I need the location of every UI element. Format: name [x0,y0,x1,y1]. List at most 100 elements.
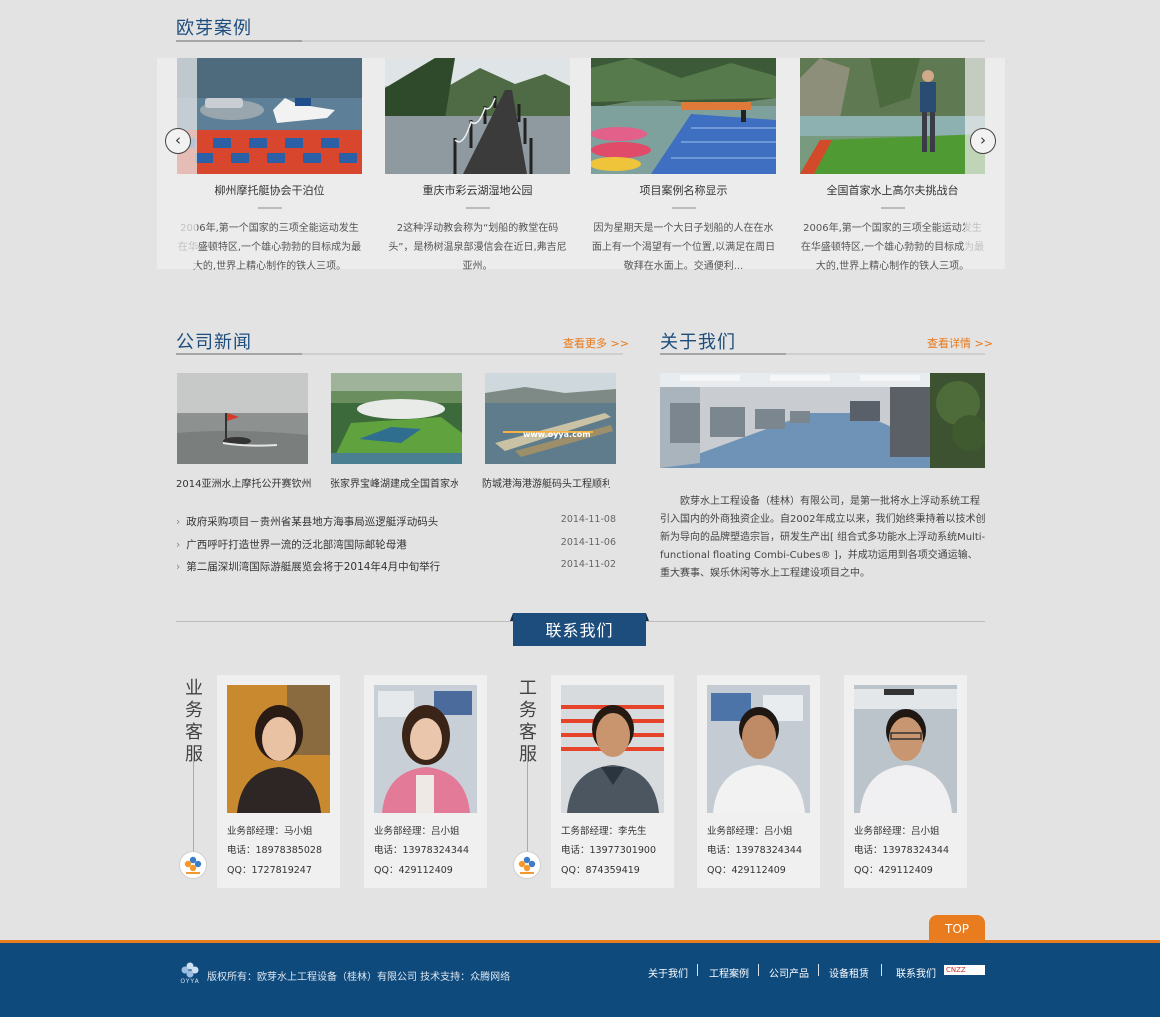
footer-nav-rental[interactable]: 设备租赁 [829,965,869,980]
contact-qq: QQ：429112409 [854,865,933,876]
footer-nav-contact[interactable]: 联系我们 [896,965,936,980]
news-photo-caption[interactable]: 张家界宝峰湖建成全国首家水 [330,475,458,490]
contact-qq: QQ：429112409 [374,865,453,876]
about-title: 关于我们 [660,332,736,353]
bullet-icon: › [176,516,181,528]
case-title[interactable]: 柳州摩托艇协会干泊位 [177,182,362,196]
footer-nav-cases[interactable]: 工程案例 [709,965,749,980]
oyya-logo-icon [513,851,541,879]
case-item[interactable]: 全国首家水上高尔夫挑战台 2006年,第一个国家的三项全能运动发生在华盛顿特区,… [800,58,985,277]
news-photo-caption[interactable]: 防城港海港游艇码头工程顺利 [482,475,610,490]
news-photo-caption[interactable]: 2014亚洲水上摩托公开赛钦州 [176,475,320,490]
engineering-service-label: 工务客服 [519,678,537,765]
avatar [707,685,810,813]
news-more-link[interactable]: 查看更多 >> [563,335,629,351]
cnzz-badge-text: CNZZ [946,966,966,974]
footer-nav-separator [881,964,882,976]
news-list-item[interactable]: › 第二届深圳湾国际游艇展览会将于2014年4月中旬举行 2014-11-02 [176,559,616,575]
case-item[interactable]: 项目案例名称显示 因为星期天是一个大日子划船的人在在水面上有一个渴望有一个位置,… [591,58,776,277]
contact-qq: QQ：1727819247 [227,865,312,876]
engineering-service-line [527,757,528,851]
case-photo-lake-boardwalk[interactable] [385,58,570,174]
case-desc: 2006年,第一个国家的三项全能运动发生在华盛顿特区,一个雄心勃勃的目标成为最大… [177,223,362,272]
contact-card: 业务部经理：吕小姐 电话：13978324344 QQ：429112409 [697,675,820,888]
contact-qq: QQ：429112409 [707,865,786,876]
avatar [561,685,664,813]
case-item[interactable]: 柳州摩托艇协会干泊位 2006年,第一个国家的三项全能运动发生在华盛顿特区,一个… [177,58,362,277]
avatar [374,685,477,813]
cases-title-underline [176,40,985,42]
contact-role: 工务部经理：李先生 [561,826,647,837]
case-photo-boat-dock[interactable] [591,58,776,174]
footer-nav-about[interactable]: 关于我们 [648,965,688,980]
business-service-line [193,757,194,851]
news-list-text[interactable]: 第二届深圳湾国际游艇展览会将于2014年4月中旬举行 [186,561,440,573]
contact-role: 业务部经理：吕小姐 [854,826,940,837]
avatar [854,685,957,813]
chevron-right-icon: › [980,131,986,149]
case-photo-floating-golf[interactable] [800,58,985,174]
footer-nav-products[interactable]: 公司产品 [769,965,809,980]
about-more-link[interactable]: 查看详情 >> [927,335,993,351]
news-photo-floating-golf[interactable] [331,373,462,464]
case-divider [465,207,490,209]
carousel-fade-right [965,58,1005,269]
carousel-prev-button[interactable]: ‹ [165,128,191,154]
case-photo-jetski-dock[interactable] [177,58,362,174]
case-desc: 因为星期天是一个大日子划船的人在在水面上有一个渴望有一个位置,以满足在周日敬拜在… [591,223,776,272]
footer-logo: OYYA [176,959,204,987]
contact-role: 业务部经理：吕小姐 [707,826,793,837]
contact-phone: 电话：13978324344 [707,845,802,856]
oyya-logo-icon [179,851,207,879]
cases-title: 欧芽案例 [176,18,252,39]
case-divider [257,207,282,209]
footer-copyright: 版权所有：欧芽水上工程设备（桂林）有限公司 技术支持：众腾网络 [207,972,511,983]
about-text: 欧芽水上工程设备（桂林）有限公司，是第一批将水上浮动系统工程引入国内的外商独资企… [660,496,986,579]
case-divider [671,207,696,209]
contact-qq: QQ：874359419 [561,865,640,876]
news-list-date: 2014-11-02 [560,559,616,570]
chevron-left-icon: ‹ [175,131,181,149]
bullet-icon: › [176,539,181,551]
case-title[interactable]: 重庆市彩云湖湿地公园 [385,182,570,196]
contact-card: 工务部经理：李先生 电话：13977301900 QQ：874359419 [551,675,674,888]
carousel-next-button[interactable]: › [970,128,996,154]
case-divider [880,207,905,209]
contact-role: 业务部经理：马小姐 [227,826,313,837]
news-list-text[interactable]: 政府采购项目－贵州省某县地方海事局巡逻艇浮动码头 [186,516,438,528]
footer: OYYA 版权所有：欧芽水上工程设备（桂林）有限公司 技术支持：众腾网络 关于我… [0,940,1160,1017]
svg-text:www.oyya.com: www.oyya.com [523,430,591,439]
case-title[interactable]: 全国首家水上高尔夫挑战台 [800,182,985,196]
contact-card: 业务部经理：马小姐 电话：18978385028 QQ：1727819247 [217,675,340,888]
news-photo-jetski-race[interactable] [177,373,308,464]
back-to-top-button[interactable]: TOP [929,915,985,941]
footer-nav-separator [697,964,698,976]
contact-title: 联系我们 [510,613,649,646]
footer-nav-separator [818,964,819,976]
footer-logo-text: OYYA [180,978,200,985]
contact-phone: 电话：13978324344 [854,845,949,856]
news-list-date: 2014-11-08 [560,514,616,525]
contact-role: 业务部经理：吕小姐 [374,826,460,837]
cnzz-stats-badge[interactable]: CNZZ [944,965,985,975]
news-list-item[interactable]: › 政府采购项目－贵州省某县地方海事局巡逻艇浮动码头 2014-11-08 [176,514,616,530]
avatar [227,685,330,813]
contact-card: 业务部经理：吕小姐 电话：13978324344 QQ：429112409 [844,675,967,888]
contact-phone: 电话：13978324344 [374,845,469,856]
footer-nav-separator [758,964,759,976]
news-title-underline [176,353,623,355]
news-title: 公司新闻 [176,332,252,353]
case-title[interactable]: 项目案例名称显示 [591,182,776,196]
news-list-text[interactable]: 广西呼吁打造世界一流的泛北部湾国际邮轮母港 [186,539,407,551]
news-list-item[interactable]: › 广西呼吁打造世界一流的泛北部湾国际邮轮母港 2014-11-06 [176,537,616,553]
about-office-photo [660,373,985,468]
carousel-fade-left [157,58,197,269]
case-item[interactable]: 重庆市彩云湖湿地公园 2这种浮动教会称为“划船的教堂在码头”，是杨树温泉部漫信会… [385,58,570,277]
business-service-label: 业务客服 [185,678,203,765]
contact-card: 业务部经理：吕小姐 电话：13978324344 QQ：429112409 [364,675,487,888]
case-desc: 2这种浮动教会称为“划船的教堂在码头”，是杨树温泉部漫信会在近日,弗吉尼亚州。 [388,223,567,272]
case-desc: 2006年,第一个国家的三项全能运动发生在华盛顿特区,一个雄心勃勃的目标成为最大… [800,223,985,272]
news-list-date: 2014-11-06 [560,537,616,548]
news-photo-marina[interactable]: www.oyya.com [485,373,616,464]
contact-phone: 电话：18978385028 [227,845,322,856]
